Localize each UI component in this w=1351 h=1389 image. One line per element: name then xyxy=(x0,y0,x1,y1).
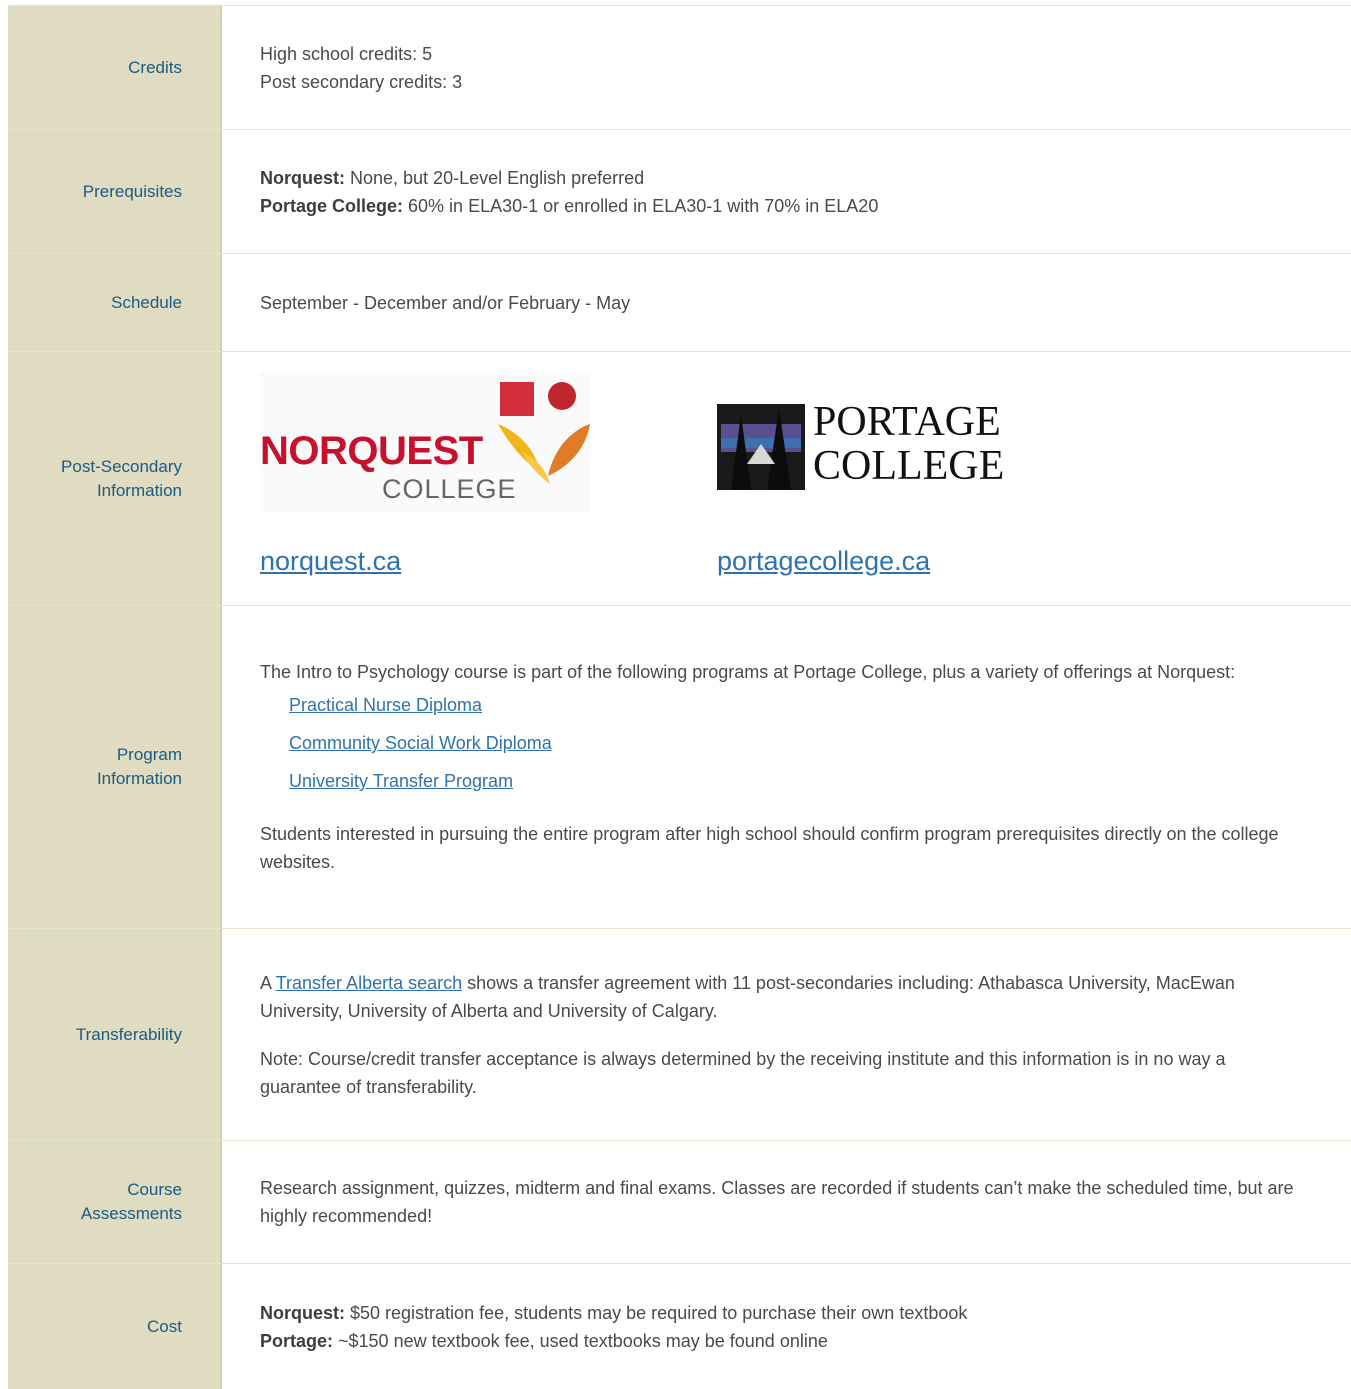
row-cost: Cost Norquest: $50 registration fee, stu… xyxy=(8,1264,1351,1389)
row-label: Post-Secondary Information xyxy=(8,352,222,605)
portage-prereq: Portage College: 60% in ELA30-1 or enrol… xyxy=(260,195,879,216)
norquest-cost: Norquest: $50 registration fee, students… xyxy=(260,1302,968,1323)
portage-cost: Portage: ~$150 new textbook fee, used te… xyxy=(260,1330,828,1351)
row-content: Norquest: None, but 20-Level English pre… xyxy=(222,130,1351,253)
row-label: Program Information xyxy=(8,606,222,928)
row-content: A Transfer Alberta search shows a transf… xyxy=(222,929,1351,1140)
schedule-text: September - December and/or February - M… xyxy=(260,292,631,313)
row-content: September - December and/or February - M… xyxy=(222,254,1351,351)
portage-logo-text: PORTAGE COLLEGE xyxy=(813,399,1005,489)
course-info-table: Credits High school credits: 5 Post seco… xyxy=(8,5,1351,1389)
row-content: Research assignment, quizzes, midterm an… xyxy=(222,1141,1351,1263)
row-content: Norquest: $50 registration fee, students… xyxy=(222,1264,1351,1389)
norquest-logo[interactable]: NORQUEST COLLEGE xyxy=(260,372,590,512)
row-course-assessments: Course Assessments Research assignment, … xyxy=(8,1141,1351,1264)
row-label: Prerequisites xyxy=(8,130,222,253)
portage-link[interactable]: portagecollege.ca xyxy=(717,545,1037,577)
assessments-text: Research assignment, quizzes, midterm an… xyxy=(260,1178,1294,1226)
norquest-link[interactable]: norquest.ca xyxy=(260,545,717,577)
row-label: Schedule xyxy=(8,254,222,351)
row-content: The Intro to Psychology course is part o… xyxy=(222,606,1351,928)
portage-logo-graphic xyxy=(717,404,805,490)
portage-logo[interactable]: PORTAGE COLLEGE xyxy=(717,372,1037,512)
row-post-secondary: Post-Secondary Information NORQUEST COLL… xyxy=(8,352,1351,606)
community-social-work-link[interactable]: Community Social Work Diploma xyxy=(289,733,552,753)
portage-logo-image xyxy=(717,404,805,490)
row-transferability: Transferability A Transfer Alberta searc… xyxy=(8,929,1351,1141)
transfer-note: Note: Course/credit transfer acceptance … xyxy=(260,1048,1226,1097)
university-transfer-link[interactable]: University Transfer Program xyxy=(289,771,513,791)
program-note: Students interested in pursuing the enti… xyxy=(260,824,1279,872)
row-label: Transferability xyxy=(8,929,222,1140)
program-intro: The Intro to Psychology course is part o… xyxy=(260,662,1236,682)
program-links: Practical Nurse Diploma Community Social… xyxy=(260,686,1311,800)
row-schedule: Schedule September - December and/or Feb… xyxy=(8,254,1351,352)
transfer-alberta-link[interactable]: Transfer Alberta search xyxy=(276,973,462,993)
high-school-credits: High school credits: 5 xyxy=(260,43,433,64)
row-label: Cost xyxy=(8,1264,222,1389)
row-label: Course Assessments xyxy=(8,1141,222,1263)
post-secondary-credits: Post secondary credits: 3 xyxy=(260,71,463,92)
row-content: NORQUEST COLLEGE norquest.ca PORTAGE COL… xyxy=(222,352,1351,605)
norquest-logo-sub: COLLEGE xyxy=(382,474,517,504)
row-credits: Credits High school credits: 5 Post seco… xyxy=(8,6,1351,130)
practical-nurse-link[interactable]: Practical Nurse Diploma xyxy=(289,695,482,715)
row-prerequisites: Prerequisites Norquest: None, but 20-Lev… xyxy=(8,130,1351,254)
row-program-information: Program Information The Intro to Psychol… xyxy=(8,606,1351,929)
row-content: High school credits: 5 Post secondary cr… xyxy=(222,6,1351,129)
norquest-logo-word: NORQUEST xyxy=(260,429,483,473)
transfer-text: A Transfer Alberta search shows a transf… xyxy=(260,972,1235,1021)
college-logos: NORQUEST COLLEGE norquest.ca PORTAGE COL… xyxy=(260,372,1311,577)
row-label: Credits xyxy=(8,6,222,129)
norquest-prereq: Norquest: None, but 20-Level English pre… xyxy=(260,167,645,188)
